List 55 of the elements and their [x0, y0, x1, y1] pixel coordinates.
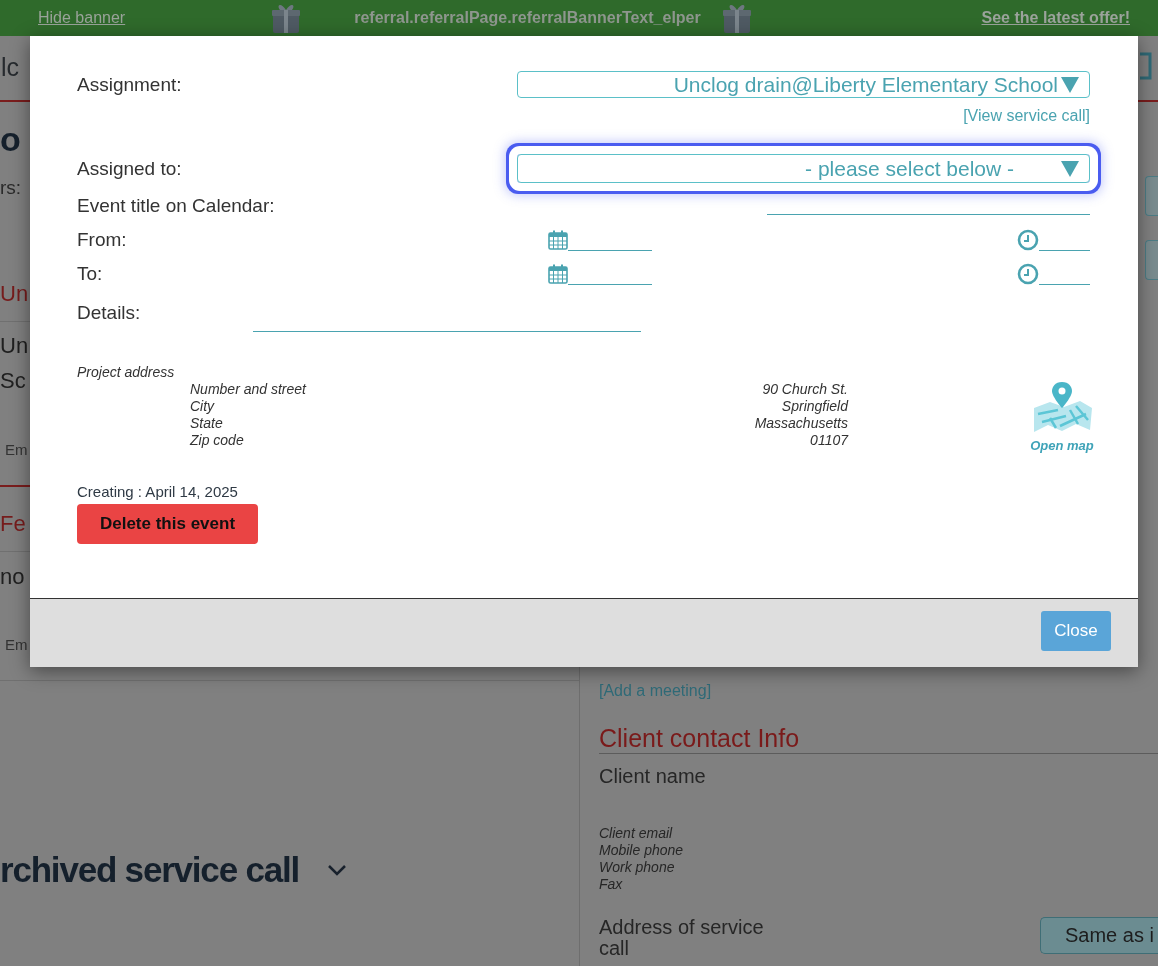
- dropdown[interactable]: Unclog drain@Liberty Elementary School: [517, 71, 1090, 98]
- calendar-icon[interactable]: [548, 230, 568, 250]
- dropdown-arrow-icon: [1061, 160, 1079, 177]
- field-label: Event title on Calendar:: [77, 195, 276, 217]
- contact-field-label: Mobile phone: [599, 842, 684, 859]
- clock-icon[interactable]: [1017, 229, 1039, 251]
- contact-heading: Client contact Info: [599, 723, 1158, 754]
- address-field-label: Zip code: [190, 432, 245, 449]
- chevron-down-icon[interactable]: [327, 864, 347, 876]
- page-title: lc: [1, 52, 20, 82]
- section-title: Fe: [0, 510, 26, 538]
- banner-text: referral.referralPage.referralBannerText_elper: [354, 9, 701, 27]
- address-field-value: 90 Church St.: [761, 381, 848, 398]
- delete-button[interactable]: Delete this event: [77, 504, 258, 544]
- gift-icon: [721, 2, 752, 34]
- add-meeting-link[interactable]: [Add a meeting]: [599, 679, 712, 703]
- field-label: Details:: [77, 301, 142, 325]
- clock-icon[interactable]: [1017, 263, 1039, 285]
- address-field-value: Springfield: [780, 398, 848, 415]
- hide-banner-link[interactable]: Hide banner: [38, 9, 126, 27]
- creation-date: Creating : April 14, 2025: [77, 483, 239, 501]
- close-button[interactable]: Close: [1041, 611, 1111, 651]
- gift-icon: [271, 2, 302, 34]
- contact-field-label: Work phone: [599, 859, 676, 876]
- field-label: Assigned to:: [77, 157, 183, 180]
- item-text: no: [0, 563, 25, 591]
- field-label: From:: [77, 229, 128, 251]
- item-detail: Em: [5, 635, 28, 655]
- same-as-button[interactable]: Same as i: [1040, 917, 1158, 954]
- address-field-value: Massachusetts: [754, 415, 848, 432]
- client-name-label: Client name: [599, 764, 706, 789]
- view-service-call-link[interactable]: [View service call]: [963, 107, 1090, 125]
- address-field-label: State: [190, 415, 224, 432]
- calendar-icon[interactable]: [548, 264, 568, 284]
- address-label: Address of service call: [599, 917, 765, 959]
- contact-field-label: Fax: [599, 876, 624, 893]
- field-label: rs:: [0, 176, 22, 200]
- field-label: Assignment:: [77, 73, 183, 96]
- open-map-link[interactable]: Open map: [1030, 438, 1094, 453]
- latest-offer-link[interactable]: See the latest offer!: [981, 9, 1130, 27]
- address-title: Project address: [77, 364, 176, 381]
- button[interactable]: [1145, 176, 1158, 216]
- address-field-value: 01107: [809, 432, 848, 449]
- contact-field-label: Client email: [599, 825, 674, 842]
- field-label: To:: [77, 263, 104, 285]
- page-heading: o: [0, 119, 21, 159]
- address-field-label: Number and street: [190, 381, 308, 398]
- item-text: Un: [0, 332, 29, 360]
- section-title: Un: [0, 280, 29, 308]
- button[interactable]: [1145, 240, 1158, 280]
- archived-heading: rchived service call: [0, 850, 299, 890]
- dropdown-arrow-icon: [1061, 76, 1079, 93]
- item-detail: Em: [5, 440, 28, 460]
- item-text: Sc: [0, 367, 26, 395]
- address-field-label: City: [190, 398, 216, 415]
